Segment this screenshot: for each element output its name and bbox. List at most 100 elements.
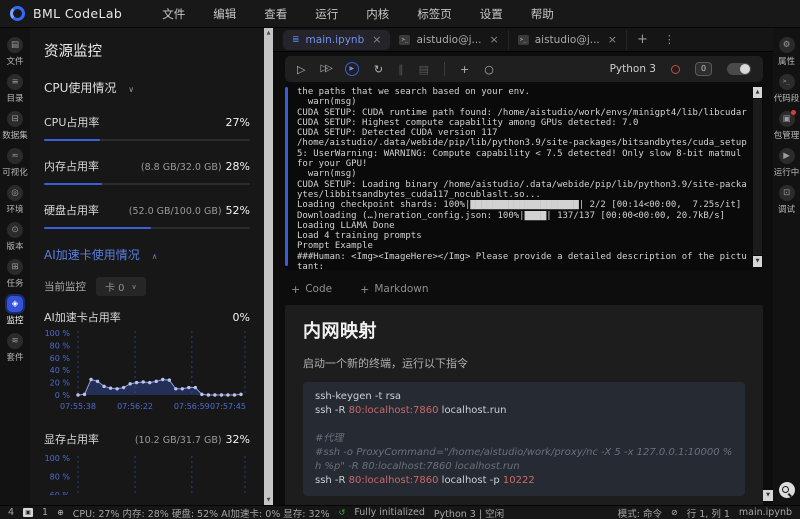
sync-icon: ↺	[338, 508, 346, 517]
menu: 文件 编辑 查看 运行 内核 标签页 设置 帮助	[148, 6, 568, 22]
add-code-button[interactable]: + Code	[291, 283, 332, 296]
code-line: ssh -R 80:localhost:7860 localhost.run	[315, 405, 507, 416]
rail-item-环境[interactable]: ◎ 环境	[2, 185, 28, 215]
metric-label: 硬盘占用率	[44, 204, 99, 217]
rail-item-label: 目录	[6, 94, 24, 104]
output-line: 5: UserWarning: WARNING: Compute capabil…	[297, 148, 747, 159]
code-block: ssh-keygen -t rsa ssh -R 80:localhost:786…	[303, 382, 745, 496]
rail-item-数据集[interactable]: ⊟ 数据集	[2, 111, 28, 141]
plus-icon: +	[291, 282, 301, 296]
rail-item-可视化[interactable]: ≈ 可视化	[2, 148, 28, 178]
terminal-badge-icon: ▣	[23, 508, 34, 517]
snapshot-counter-icon[interactable]: 0	[695, 62, 712, 76]
tab-aistudio@j...[interactable]: >_ aistudio@j... ×	[390, 29, 509, 50]
add-icon[interactable]: +	[460, 64, 469, 75]
output-scrollbar[interactable]	[753, 99, 762, 255]
rail-item-运行中[interactable]: ▶ 运行中	[774, 148, 800, 178]
ai-section-toggle[interactable]: AI加速卡使用情况 ∧	[44, 246, 250, 263]
rail-item-调试[interactable]: ⊡ 调试	[774, 185, 800, 215]
menu-item[interactable]: 运行	[301, 6, 352, 22]
record-icon[interactable]: ○	[484, 64, 494, 75]
resource-summary: CPU: 27% 内存: 28% 硬盘: 52% AI加速卡: 0% 显存: 3…	[72, 508, 330, 519]
terminal-count[interactable]: 4	[8, 507, 14, 518]
properties-gear-icon: ⚙	[778, 37, 795, 53]
output-line: CUDA SETUP: Detected CUDA version 117	[297, 128, 498, 139]
rail-item-文件[interactable]: ▤ 文件	[2, 37, 28, 67]
rail-item-监控[interactable]: ◈ 监控	[2, 296, 28, 326]
tab-main.ipynb[interactable]: ≣ main.ipynb ×	[283, 29, 391, 50]
cell-add-row: + Code + Markdown	[291, 281, 773, 297]
terminal-icon: >_	[399, 34, 411, 45]
output-scroll-up-icon[interactable]: ▲	[753, 87, 762, 98]
kernel-count[interactable]: 1	[42, 507, 48, 518]
cpu-section-toggle[interactable]: CPU使用情况 ∨	[44, 79, 250, 96]
metric-detail: (8.8 GB/32.0 GB)	[140, 162, 222, 173]
new-tab-button[interactable]: +	[627, 32, 658, 47]
tab-overflow-button[interactable]: ⋮	[658, 33, 681, 46]
rail-item-目录[interactable]: ≡ 目录	[2, 74, 28, 104]
tab-aistudio@j...[interactable]: >_ aistudio@j... ×	[509, 29, 627, 50]
rail-item-任务[interactable]: ⊞ 任务	[2, 259, 28, 289]
close-icon[interactable]: ×	[608, 33, 617, 46]
rail-item-label: 文件	[6, 57, 24, 67]
menu-item[interactable]: 编辑	[199, 6, 250, 22]
rail-item-label: 套件	[6, 353, 24, 363]
rail-item-属性[interactable]: ⚙ 属性	[774, 37, 800, 67]
code-line: ssh-keygen -t rsa	[315, 391, 402, 402]
toc-icon: ≡	[7, 74, 23, 90]
menu-item[interactable]: 查看	[250, 6, 301, 22]
metric-内存占用率: 内存占用率 (8.8 GB/32.0 GB) 28%	[44, 158, 250, 185]
vram-usage-label: 显存占用率	[44, 433, 99, 446]
restart-run-icon[interactable]: ▶	[344, 62, 359, 76]
code-line: #ssh -o ProxyCommand="/home/aistudio/wor…	[315, 447, 733, 472]
toolbar-toggle[interactable]	[727, 63, 751, 75]
ai-section-title: AI加速卡使用情况	[44, 248, 140, 262]
notebook-toolbar: ▷ ▷▷ ▶ ↻ ∥ ▤ + ○ Python 3 0	[285, 56, 763, 82]
kernel-status[interactable]: Python 3 | 空闲	[434, 506, 504, 519]
svg-text:07:56:59: 07:56:59	[174, 402, 210, 411]
tab-label: aistudio@j...	[416, 33, 482, 46]
menu-item[interactable]: 内核	[352, 6, 403, 22]
left-activity-bar: ▤ 文件 ≡ 目录 ⊟ 数据集 ≈ 可视化 ◎ 环境 ⊙ 版本 ⊞ 任务 ◈ 监控 ≋ 套件	[0, 28, 30, 505]
output-line: ytes/libbitsandbytes_cuda117_nocublaslt.…	[297, 189, 541, 200]
active-file: main.ipynb	[738, 507, 792, 518]
close-icon[interactable]: ×	[490, 33, 499, 46]
ai-usage-chart: 100 % 80 % 60 % 40 % 20 % 0 % 07:55:38 07:56:22…	[44, 327, 250, 423]
bml-codelab-window: BML CodeLab 文件 编辑 查看 运行 内核 标签页 设置 帮助 ▤ 文件 ≡ 目录 ⊟ 数据集…	[0, 0, 800, 519]
ai-usage-value: 0%	[232, 311, 250, 324]
rail-item-套件[interactable]: ≋ 套件	[2, 333, 28, 363]
markdown-cell[interactable]: 内网映射 启动一个新的终端，运行以下指令 ssh-keygen -t rsa ss…	[285, 305, 763, 510]
panel-scrollbar[interactable]: ▲ ▼	[264, 28, 273, 505]
metric-label: 内存占用率	[44, 160, 99, 173]
close-icon[interactable]: ×	[372, 33, 381, 46]
kernel-name[interactable]: Python 3	[610, 63, 656, 75]
output-line: tant:	[297, 262, 325, 270]
metric-value: 28%	[225, 160, 250, 173]
menu-item[interactable]: 标签页	[403, 6, 466, 22]
terminal-output: the paths that we search based on your e…	[297, 87, 747, 270]
scroll-up-icon[interactable]: ▲	[264, 28, 273, 38]
tasks-icon: ⊞	[7, 259, 23, 275]
run-icon[interactable]: ▷	[297, 64, 305, 75]
menu-item[interactable]: 文件	[148, 6, 199, 22]
run-all-icon[interactable]: ▷▷	[320, 64, 333, 74]
scroll-down-icon[interactable]: ▼	[264, 495, 273, 505]
markdown-paragraph: 启动一个新的终端，运行以下指令	[303, 357, 468, 370]
active-cell-indicator[interactable]	[285, 87, 288, 266]
output-line: /home/aistudio/.data/webide/pip/lib/pyth…	[297, 138, 747, 149]
notebook-icon: ≣	[292, 34, 300, 45]
rail-item-代码段[interactable]: >_ 代码段	[774, 74, 800, 104]
output-scroll-down-icon[interactable]: ▼	[753, 256, 762, 267]
card-select-dropdown[interactable]: 卡 0 ∨	[96, 277, 146, 296]
menu-item[interactable]: 帮助	[517, 6, 568, 22]
refresh-icon[interactable]: ↻	[374, 64, 383, 75]
mode-indicator[interactable]: 模式: 命令	[618, 506, 662, 519]
search-icon[interactable]	[778, 482, 795, 498]
add-markdown-button[interactable]: + Markdown	[360, 283, 428, 296]
main-scroll-down-icon[interactable]: ▼	[763, 490, 773, 501]
rail-item-包管理[interactable]: ▣ 包管理	[773, 110, 800, 141]
menu-item[interactable]: 设置	[466, 6, 517, 22]
cursor-position[interactable]: 行 1, 列 1	[687, 506, 730, 519]
rail-item-label: 包管理	[773, 131, 800, 141]
rail-item-版本[interactable]: ⊙ 版本	[2, 222, 28, 252]
